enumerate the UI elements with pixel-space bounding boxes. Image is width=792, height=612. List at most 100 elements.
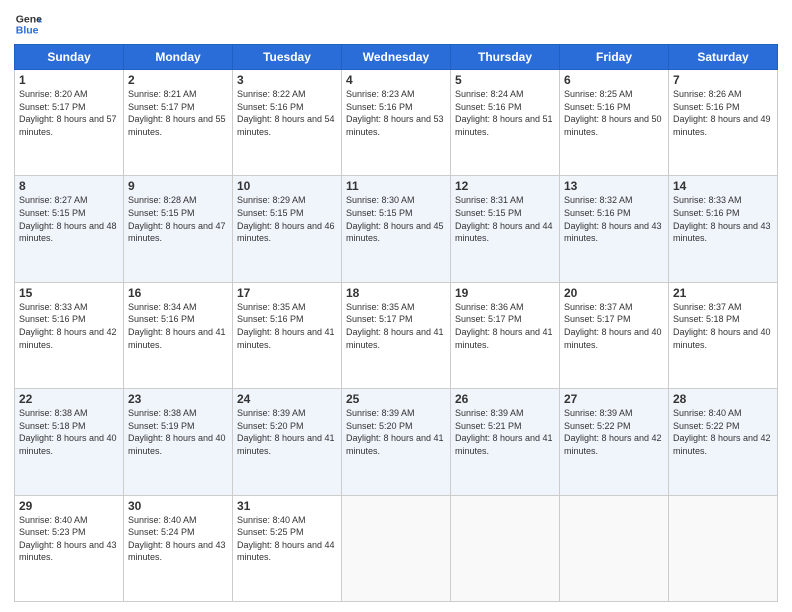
- table-cell: 2 Sunrise: 8:21 AMSunset: 5:17 PMDayligh…: [124, 70, 233, 176]
- day-number: 5: [455, 73, 555, 87]
- table-cell: [669, 495, 778, 601]
- calendar-week-row: 1 Sunrise: 8:20 AMSunset: 5:17 PMDayligh…: [15, 70, 778, 176]
- day-number: 27: [564, 392, 664, 406]
- day-number: 24: [237, 392, 337, 406]
- day-info: Sunrise: 8:33 AMSunset: 5:16 PMDaylight:…: [673, 194, 773, 244]
- day-info: Sunrise: 8:38 AMSunset: 5:19 PMDaylight:…: [128, 407, 228, 457]
- col-tuesday: Tuesday: [233, 45, 342, 70]
- day-number: 25: [346, 392, 446, 406]
- day-info: Sunrise: 8:32 AMSunset: 5:16 PMDaylight:…: [564, 194, 664, 244]
- table-cell: 15 Sunrise: 8:33 AMSunset: 5:16 PMDaylig…: [15, 282, 124, 388]
- day-info: Sunrise: 8:26 AMSunset: 5:16 PMDaylight:…: [673, 88, 773, 138]
- table-cell: 18 Sunrise: 8:35 AMSunset: 5:17 PMDaylig…: [342, 282, 451, 388]
- logo: General Blue: [14, 10, 46, 38]
- day-number: 2: [128, 73, 228, 87]
- table-cell: 31 Sunrise: 8:40 AMSunset: 5:25 PMDaylig…: [233, 495, 342, 601]
- day-number: 19: [455, 286, 555, 300]
- day-info: Sunrise: 8:21 AMSunset: 5:17 PMDaylight:…: [128, 88, 228, 138]
- day-number: 3: [237, 73, 337, 87]
- day-number: 15: [19, 286, 119, 300]
- table-cell: [451, 495, 560, 601]
- day-number: 28: [673, 392, 773, 406]
- logo-icon: General Blue: [14, 10, 42, 38]
- day-info: Sunrise: 8:40 AMSunset: 5:23 PMDaylight:…: [19, 514, 119, 564]
- day-info: Sunrise: 8:40 AMSunset: 5:22 PMDaylight:…: [673, 407, 773, 457]
- day-number: 9: [128, 179, 228, 193]
- day-number: 29: [19, 499, 119, 513]
- day-info: Sunrise: 8:23 AMSunset: 5:16 PMDaylight:…: [346, 88, 446, 138]
- day-info: Sunrise: 8:39 AMSunset: 5:20 PMDaylight:…: [237, 407, 337, 457]
- day-info: Sunrise: 8:39 AMSunset: 5:20 PMDaylight:…: [346, 407, 446, 457]
- table-cell: 4 Sunrise: 8:23 AMSunset: 5:16 PMDayligh…: [342, 70, 451, 176]
- calendar-week-row: 15 Sunrise: 8:33 AMSunset: 5:16 PMDaylig…: [15, 282, 778, 388]
- day-info: Sunrise: 8:31 AMSunset: 5:15 PMDaylight:…: [455, 194, 555, 244]
- day-number: 23: [128, 392, 228, 406]
- table-cell: 27 Sunrise: 8:39 AMSunset: 5:22 PMDaylig…: [560, 389, 669, 495]
- svg-text:General: General: [16, 13, 42, 25]
- calendar-week-row: 8 Sunrise: 8:27 AMSunset: 5:15 PMDayligh…: [15, 176, 778, 282]
- day-info: Sunrise: 8:24 AMSunset: 5:16 PMDaylight:…: [455, 88, 555, 138]
- day-number: 7: [673, 73, 773, 87]
- day-info: Sunrise: 8:20 AMSunset: 5:17 PMDaylight:…: [19, 88, 119, 138]
- table-cell: 14 Sunrise: 8:33 AMSunset: 5:16 PMDaylig…: [669, 176, 778, 282]
- calendar-week-row: 22 Sunrise: 8:38 AMSunset: 5:18 PMDaylig…: [15, 389, 778, 495]
- table-cell: 13 Sunrise: 8:32 AMSunset: 5:16 PMDaylig…: [560, 176, 669, 282]
- day-info: Sunrise: 8:25 AMSunset: 5:16 PMDaylight:…: [564, 88, 664, 138]
- day-number: 4: [346, 73, 446, 87]
- day-number: 12: [455, 179, 555, 193]
- col-thursday: Thursday: [451, 45, 560, 70]
- table-cell: 24 Sunrise: 8:39 AMSunset: 5:20 PMDaylig…: [233, 389, 342, 495]
- table-cell: 22 Sunrise: 8:38 AMSunset: 5:18 PMDaylig…: [15, 389, 124, 495]
- day-info: Sunrise: 8:22 AMSunset: 5:16 PMDaylight:…: [237, 88, 337, 138]
- day-number: 18: [346, 286, 446, 300]
- table-cell: 8 Sunrise: 8:27 AMSunset: 5:15 PMDayligh…: [15, 176, 124, 282]
- table-cell: 3 Sunrise: 8:22 AMSunset: 5:16 PMDayligh…: [233, 70, 342, 176]
- header: General Blue: [14, 10, 778, 38]
- table-cell: 26 Sunrise: 8:39 AMSunset: 5:21 PMDaylig…: [451, 389, 560, 495]
- table-cell: 29 Sunrise: 8:40 AMSunset: 5:23 PMDaylig…: [15, 495, 124, 601]
- day-info: Sunrise: 8:35 AMSunset: 5:16 PMDaylight:…: [237, 301, 337, 351]
- table-cell: 6 Sunrise: 8:25 AMSunset: 5:16 PMDayligh…: [560, 70, 669, 176]
- table-cell: 11 Sunrise: 8:30 AMSunset: 5:15 PMDaylig…: [342, 176, 451, 282]
- svg-text:Blue: Blue: [16, 25, 39, 37]
- calendar-header-row: Sunday Monday Tuesday Wednesday Thursday…: [15, 45, 778, 70]
- day-info: Sunrise: 8:33 AMSunset: 5:16 PMDaylight:…: [19, 301, 119, 351]
- day-info: Sunrise: 8:40 AMSunset: 5:25 PMDaylight:…: [237, 514, 337, 564]
- day-number: 30: [128, 499, 228, 513]
- day-info: Sunrise: 8:27 AMSunset: 5:15 PMDaylight:…: [19, 194, 119, 244]
- day-number: 13: [564, 179, 664, 193]
- table-cell: 16 Sunrise: 8:34 AMSunset: 5:16 PMDaylig…: [124, 282, 233, 388]
- day-info: Sunrise: 8:30 AMSunset: 5:15 PMDaylight:…: [346, 194, 446, 244]
- table-cell: 1 Sunrise: 8:20 AMSunset: 5:17 PMDayligh…: [15, 70, 124, 176]
- table-cell: 30 Sunrise: 8:40 AMSunset: 5:24 PMDaylig…: [124, 495, 233, 601]
- day-info: Sunrise: 8:37 AMSunset: 5:17 PMDaylight:…: [564, 301, 664, 351]
- day-number: 20: [564, 286, 664, 300]
- table-cell: 12 Sunrise: 8:31 AMSunset: 5:15 PMDaylig…: [451, 176, 560, 282]
- day-info: Sunrise: 8:36 AMSunset: 5:17 PMDaylight:…: [455, 301, 555, 351]
- day-number: 17: [237, 286, 337, 300]
- day-info: Sunrise: 8:28 AMSunset: 5:15 PMDaylight:…: [128, 194, 228, 244]
- page: General Blue Sunday Monday Tuesday Wedne…: [0, 0, 792, 612]
- col-wednesday: Wednesday: [342, 45, 451, 70]
- table-cell: 19 Sunrise: 8:36 AMSunset: 5:17 PMDaylig…: [451, 282, 560, 388]
- day-info: Sunrise: 8:39 AMSunset: 5:21 PMDaylight:…: [455, 407, 555, 457]
- col-sunday: Sunday: [15, 45, 124, 70]
- day-number: 1: [19, 73, 119, 87]
- table-cell: 10 Sunrise: 8:29 AMSunset: 5:15 PMDaylig…: [233, 176, 342, 282]
- day-info: Sunrise: 8:34 AMSunset: 5:16 PMDaylight:…: [128, 301, 228, 351]
- col-friday: Friday: [560, 45, 669, 70]
- table-cell: 9 Sunrise: 8:28 AMSunset: 5:15 PMDayligh…: [124, 176, 233, 282]
- day-number: 8: [19, 179, 119, 193]
- table-cell: 20 Sunrise: 8:37 AMSunset: 5:17 PMDaylig…: [560, 282, 669, 388]
- day-number: 22: [19, 392, 119, 406]
- table-cell: 28 Sunrise: 8:40 AMSunset: 5:22 PMDaylig…: [669, 389, 778, 495]
- table-cell: [342, 495, 451, 601]
- day-number: 26: [455, 392, 555, 406]
- day-number: 6: [564, 73, 664, 87]
- day-number: 10: [237, 179, 337, 193]
- table-cell: [560, 495, 669, 601]
- day-number: 14: [673, 179, 773, 193]
- col-saturday: Saturday: [669, 45, 778, 70]
- day-info: Sunrise: 8:39 AMSunset: 5:22 PMDaylight:…: [564, 407, 664, 457]
- day-number: 16: [128, 286, 228, 300]
